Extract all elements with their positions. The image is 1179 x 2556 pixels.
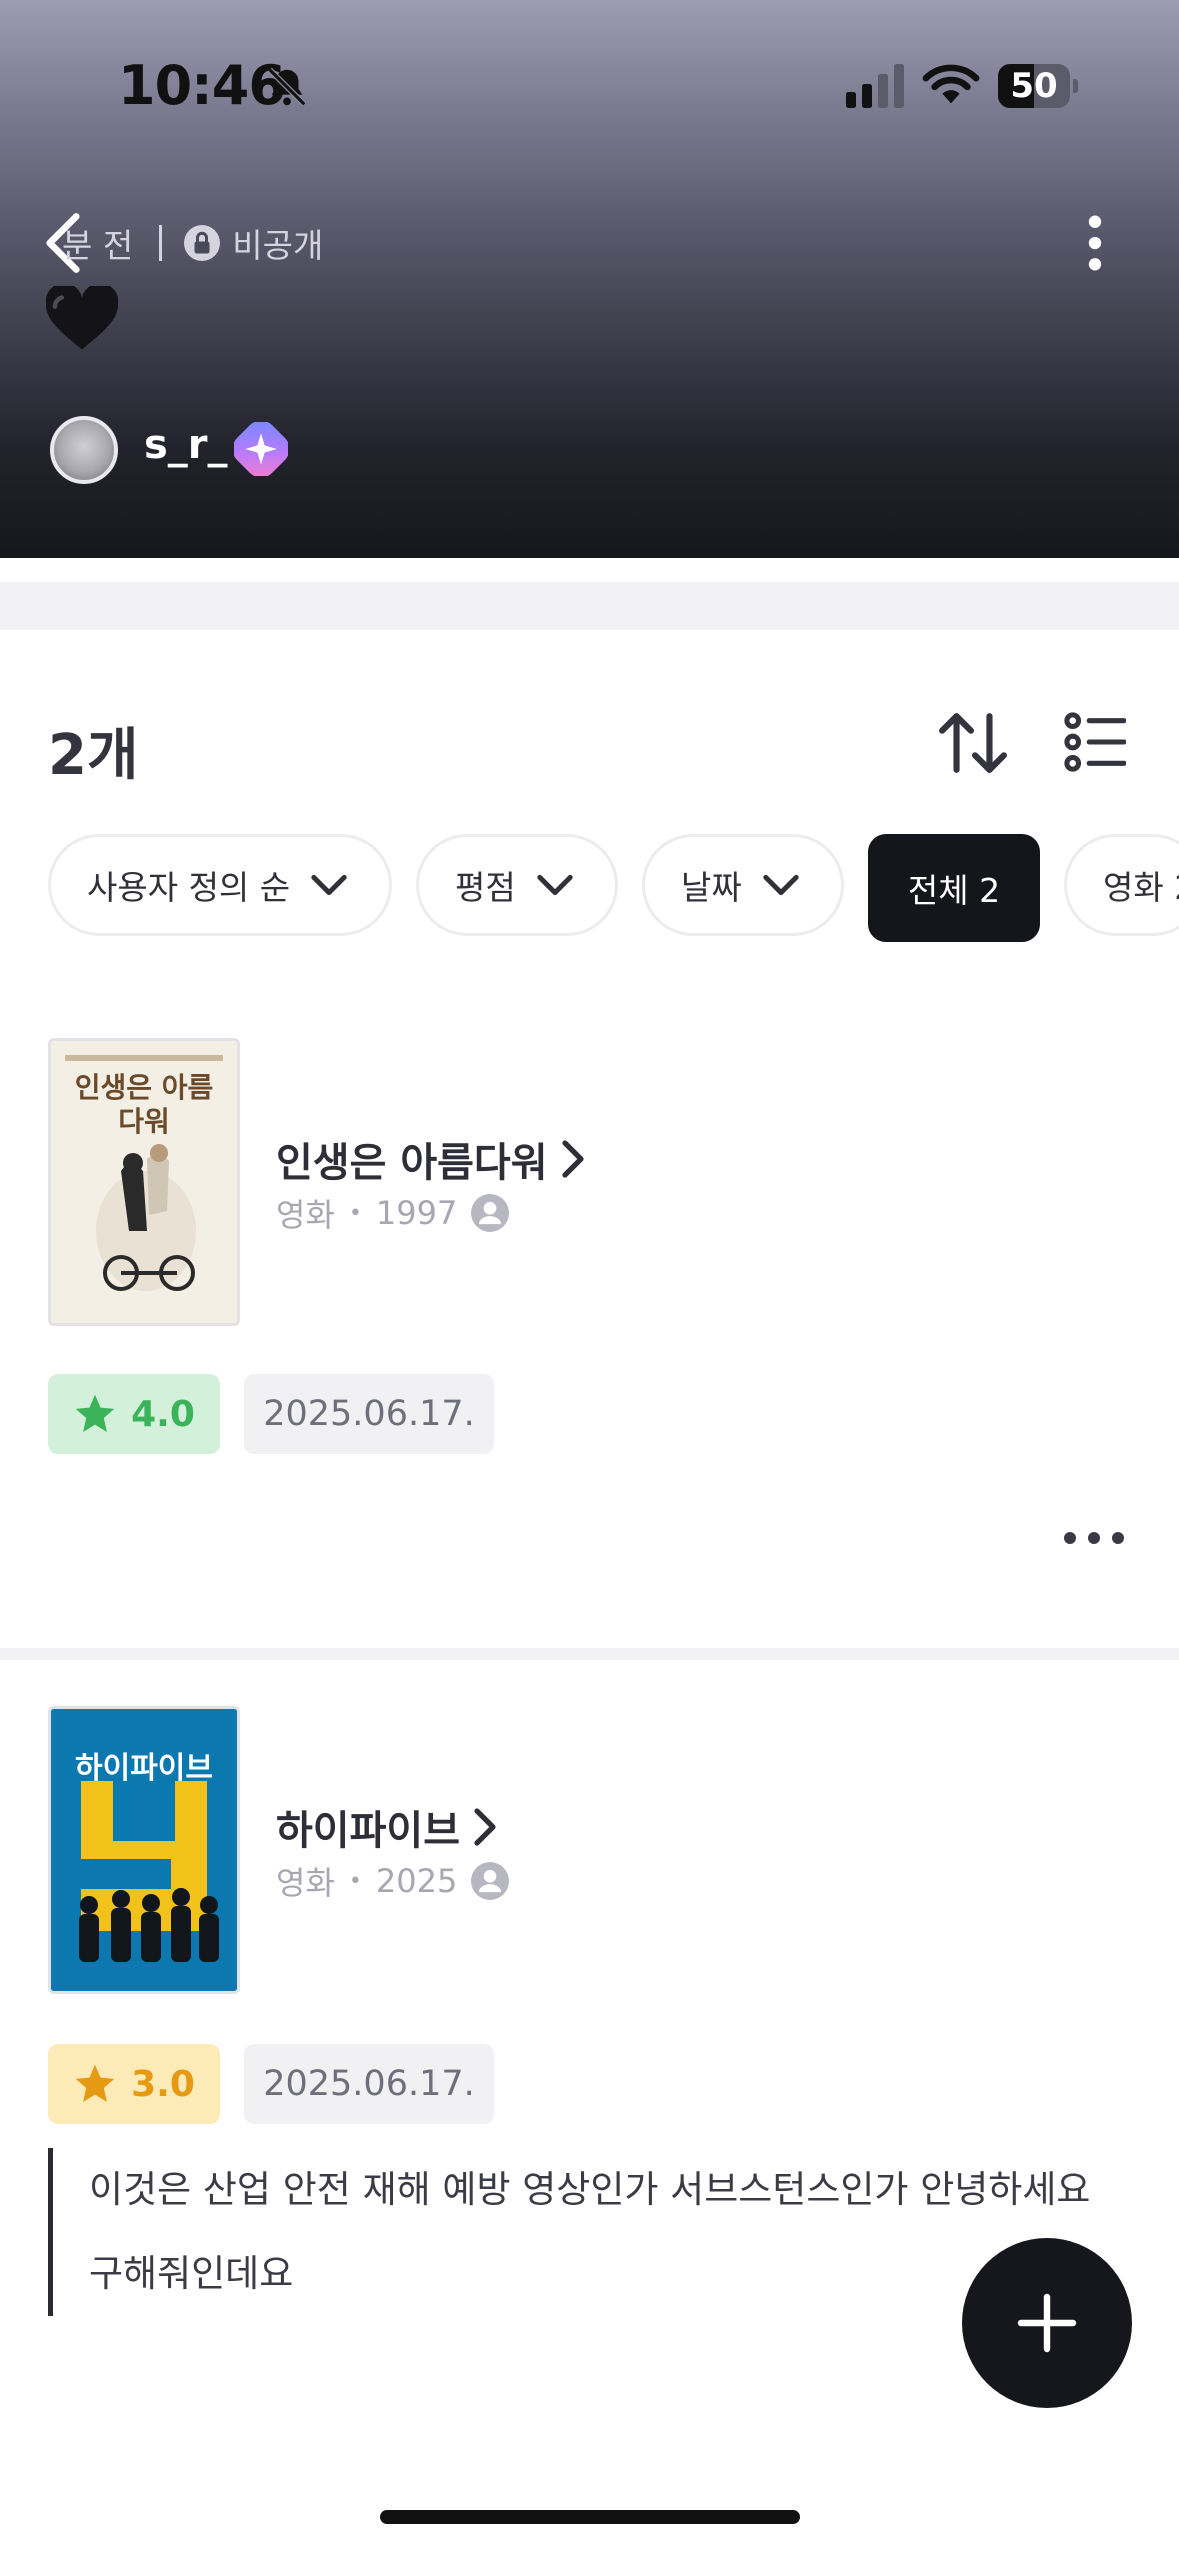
item-year: 2025 [375,1862,458,1900]
chip-label: 날짜 [681,868,742,907]
avatar[interactable] [50,416,118,484]
filter-chip-movie[interactable]: 영화 2 [1064,834,1179,936]
chevron-down-icon [763,874,799,896]
item-category: 영화 [276,1864,335,1902]
item-meta: 영화 • 2025 [276,1858,510,1904]
item-year: 1997 [375,1194,458,1232]
rating-value: 3.0 [131,2063,195,2105]
star-icon [75,1394,115,1432]
bell-slash-icon [267,67,307,107]
wifi-icon [922,64,980,104]
username[interactable]: s_r_ [144,422,228,468]
item-title: 인생은 아름다워 [276,1140,548,1186]
meta-divider [159,225,163,261]
item-meta: 영화 • 1997 [276,1190,510,1236]
visibility-label: 비공개 [232,226,324,265]
status-time: 10:46 [118,54,286,117]
chip-label: 평점 [455,868,516,907]
item-title: 하이파이브 [276,1808,460,1854]
filter-chip-custom-order[interactable]: 사용자 정의 순 [48,834,392,936]
rating-value: 4.0 [131,1393,195,1435]
item-title-link[interactable]: 하이파이브 [276,1798,498,1856]
list-view-icon[interactable] [1064,712,1126,772]
collection-meta: 분 전 비공개 [62,218,323,268]
battery-indicator: 50 [998,64,1078,108]
signal-icon [846,64,904,108]
poster-image[interactable]: 하이파이브 [48,1706,240,1994]
review-comment: 이것은 산업 안전 재해 예방 영상인가 서브스턴스인가 안녕하세요 구해줘인데… [48,2148,1108,2316]
black-heart-emoji [46,286,118,350]
filter-chip-date[interactable]: 날짜 [642,834,844,936]
more-vertical-icon[interactable] [1080,214,1110,272]
sparkle-icon [234,422,288,476]
rating-badge: 4.0 [48,1374,220,1454]
filter-chip-rating[interactable]: 평점 [416,834,618,936]
sort-icon[interactable] [938,710,1008,776]
poster-image[interactable]: 인생은 아름다워 [48,1038,240,1326]
poster-text: 인생은 아름다워 [74,1071,214,1138]
chevron-right-icon [474,1808,496,1846]
poster-text: 하이파이브 [75,1751,213,1786]
person-icon [471,1194,510,1232]
lock-icon [184,225,221,261]
add-button[interactable] [962,2238,1132,2408]
battery-level: 50 [1010,66,1058,106]
chevron-down-icon [537,874,573,896]
date-badge: 2025.06.17. [244,2044,494,2124]
item-category: 영화 [276,1196,335,1234]
item-count: 2개 [48,723,139,788]
date-badge: 2025.06.17. [244,1374,494,1454]
person-icon [471,1862,510,1900]
collection-header: 10:46 50 분 전 비공개 s_r_ [0,0,1179,558]
more-horizontal-icon[interactable] [1062,1528,1126,1548]
chevron-down-icon [311,874,347,896]
item-title-link[interactable]: 인생은 아름다워 [276,1130,586,1188]
updated-time: 분 전 [62,226,134,265]
rating-badge: 3.0 [48,2044,220,2124]
chip-label: 사용자 정의 순 [87,868,291,907]
plus-icon [1017,2293,1077,2353]
chip-label: 전체 2 [907,871,1001,910]
separator-dot: • [348,1868,362,1894]
home-indicator [380,2510,800,2524]
star-icon [75,2064,115,2102]
filter-chip-all[interactable]: 전체 2 [868,834,1040,942]
chip-label: 영화 2 [1103,868,1179,907]
chevron-right-icon [561,1140,584,1178]
section-separator [0,582,1179,630]
item-divider [0,1648,1179,1660]
separator-dot: • [348,1200,362,1226]
